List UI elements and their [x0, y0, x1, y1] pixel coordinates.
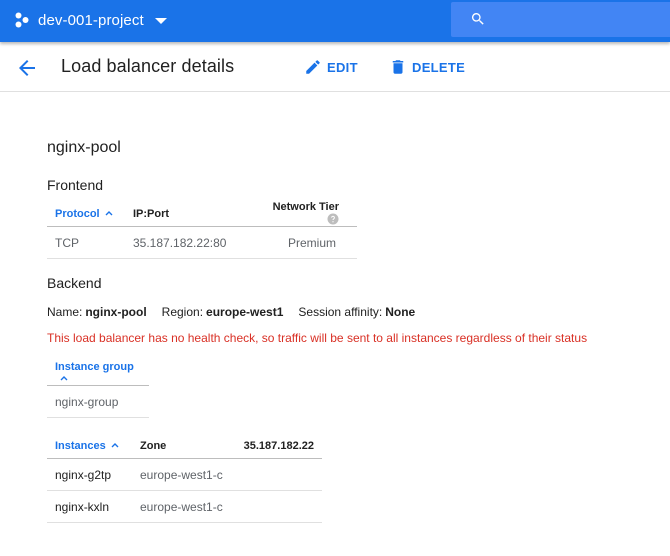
page-title: Load balancer details — [61, 56, 235, 76]
health-check-warning: This load balancer has no health check, … — [47, 331, 588, 345]
search-box[interactable] — [451, 2, 670, 39]
edit-button[interactable]: EDIT — [304, 58, 358, 76]
instance-name-cell: nginx-g2tp — [47, 458, 132, 491]
load-balancer-name: nginx-pool — [47, 139, 121, 156]
sort-ascending-icon — [105, 210, 113, 215]
delete-label: DELETE — [412, 59, 466, 75]
network-tier-cell: Premium — [257, 226, 357, 259]
instance-name-cell: nginx-kxln — [47, 490, 132, 523]
instances-table: Instances Zone 35.187.182.22 nginx-g2tp … — [47, 434, 322, 523]
column-label: IP:Port — [133, 207, 170, 220]
column-label: Protocol — [55, 207, 100, 220]
table-row: TCP 35.187.182.22:80 Premium — [47, 226, 357, 259]
column-header-instance-group[interactable]: Instance group — [47, 361, 149, 386]
zone-cell: europe-west1-c — [132, 490, 234, 523]
sort-ascending-icon — [111, 443, 119, 448]
column-label: 35.187.182.22 — [243, 440, 314, 452]
column-header-ip-port[interactable]: IP:Port — [125, 201, 257, 227]
table-row: nginx-kxln europe-west1-c — [47, 490, 322, 523]
help-icon[interactable] — [327, 213, 339, 225]
delete-button[interactable]: DELETE — [389, 58, 465, 76]
project-name: dev-001-project — [38, 11, 144, 29]
session-affinity-label: Session affinity: — [298, 305, 383, 319]
protocol-cell: TCP — [47, 226, 125, 259]
column-label: Network Tier — [272, 201, 339, 213]
column-label: Instance group — [55, 361, 134, 373]
instance-group-cell: nginx-group — [47, 385, 149, 418]
back-arrow-icon[interactable] — [15, 56, 39, 80]
instance-group-table: Instance group nginx-group — [47, 361, 149, 418]
zone-cell: europe-west1-c — [132, 458, 234, 491]
column-header-instances[interactable]: Instances — [47, 434, 132, 459]
column-label: Instances — [55, 440, 106, 452]
pencil-icon — [306, 60, 320, 74]
project-dots-icon — [15, 12, 29, 28]
top-app-bar: dev-001-project — [0, 0, 670, 42]
search-icon — [471, 13, 484, 25]
project-selector[interactable]: dev-001-project — [15, 0, 167, 40]
table-row: nginx-group — [47, 385, 149, 418]
backend-properties: Name: nginx-pool Region: europe-west1 Se… — [47, 305, 430, 319]
column-header-zone[interactable]: Zone — [132, 434, 234, 459]
column-header-ip[interactable]: 35.187.182.22 — [233, 434, 322, 459]
trash-icon — [392, 60, 404, 74]
table-row: nginx-g2tp europe-west1-c — [47, 458, 322, 491]
chevron-down-icon — [154, 17, 167, 24]
backend-heading: Backend — [47, 275, 102, 291]
backend-name-label: Name: — [47, 305, 83, 319]
region-value: europe-west1 — [206, 305, 284, 319]
frontend-table: Protocol IP:Port Network Tier TCP 35.187… — [47, 201, 357, 259]
column-header-protocol[interactable]: Protocol — [47, 201, 125, 227]
search-input[interactable] — [495, 2, 669, 39]
column-label: Zone — [140, 440, 167, 452]
ip-cell — [233, 458, 322, 491]
column-header-network-tier[interactable]: Network Tier — [257, 201, 357, 227]
backend-name-value: nginx-pool — [85, 305, 147, 319]
ip-cell — [233, 490, 322, 523]
page-header: Load balancer details EDIT DELETE — [0, 43, 670, 92]
session-affinity-value: None — [385, 305, 416, 319]
ip-port-cell: 35.187.182.22:80 — [125, 226, 257, 259]
region-label: Region: — [161, 305, 204, 319]
frontend-heading: Frontend — [47, 177, 104, 193]
sort-ascending-icon — [60, 376, 68, 381]
edit-label: EDIT — [327, 59, 358, 75]
